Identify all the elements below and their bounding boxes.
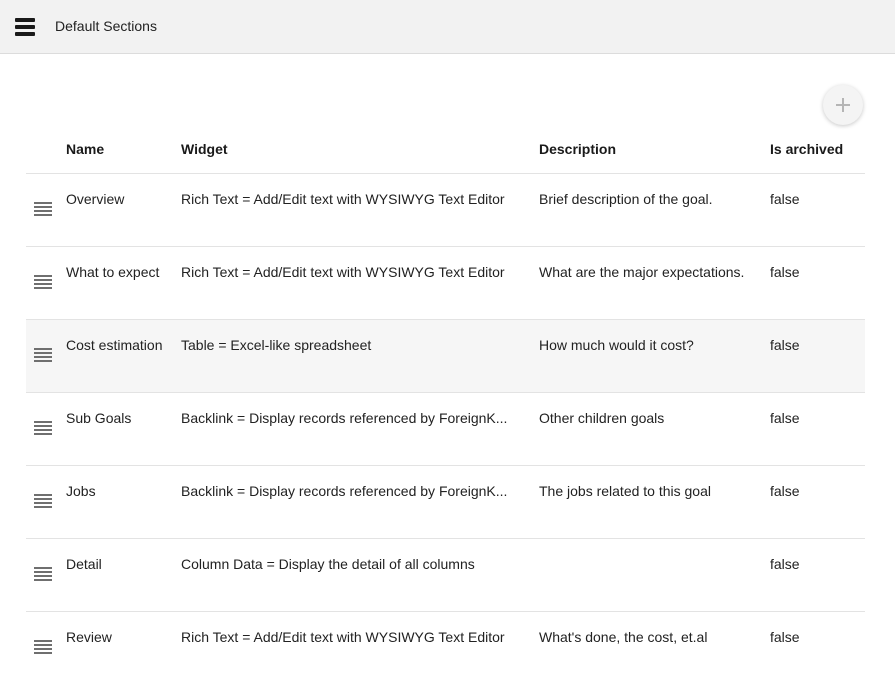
cell-name: Overview [66, 191, 125, 207]
table-row[interactable]: Overview Rich Text = Add/Edit text with … [26, 174, 865, 247]
cell-name: Review [66, 629, 112, 645]
drag-handle-icon[interactable] [34, 567, 52, 581]
cell-description: Other children goals [539, 410, 665, 426]
cell-is-archived: false [770, 191, 800, 207]
cell-description: What's done, the cost, et.al [539, 629, 708, 645]
table-header: Name Widget Description Is archived [26, 128, 865, 174]
drag-handle-icon[interactable] [34, 275, 52, 289]
cell-widget: Backlink = Display records referenced by… [181, 410, 508, 426]
cell-description: What are the major expectations. [539, 264, 745, 280]
top-bar: Default Sections [0, 0, 895, 54]
drag-handle-icon[interactable] [34, 640, 52, 654]
cell-widget: Rich Text = Add/Edit text with WYSIWYG T… [181, 191, 505, 207]
table-row[interactable]: Review Rich Text = Add/Edit text with WY… [26, 612, 865, 684]
cell-widget: Backlink = Display records referenced by… [181, 483, 508, 499]
cell-is-archived: false [770, 337, 800, 353]
table-row[interactable]: Cost estimation Table = Excel-like sprea… [26, 320, 865, 393]
cell-description: Brief description of the goal. [539, 191, 713, 207]
cell-is-archived: false [770, 483, 800, 499]
table-row[interactable]: Sub Goals Backlink = Display records ref… [26, 393, 865, 466]
column-header-description[interactable]: Description [539, 141, 616, 157]
cell-name: Sub Goals [66, 410, 132, 426]
cell-is-archived: false [770, 629, 800, 645]
table-row[interactable]: Jobs Backlink = Display records referenc… [26, 466, 865, 539]
cell-name: Detail [66, 556, 102, 572]
column-header-name[interactable]: Name [66, 141, 104, 157]
column-header-widget[interactable]: Widget [181, 141, 228, 157]
drag-handle-icon[interactable] [34, 494, 52, 508]
page-title: Default Sections [55, 18, 157, 34]
cell-widget: Table = Excel-like spreadsheet [181, 337, 372, 353]
cell-widget: Rich Text = Add/Edit text with WYSIWYG T… [181, 264, 505, 280]
cell-is-archived: false [770, 410, 800, 426]
cell-description: How much would it cost? [539, 337, 694, 353]
table-row[interactable]: What to expect Rich Text = Add/Edit text… [26, 247, 865, 320]
cell-name: What to expect [66, 264, 160, 280]
cell-is-archived: false [770, 264, 800, 280]
drag-handle-icon[interactable] [34, 348, 52, 362]
cell-description: The jobs related to this goal [539, 483, 711, 499]
menu-icon[interactable] [15, 18, 35, 36]
drag-handle-icon[interactable] [34, 202, 52, 216]
cell-is-archived: false [770, 556, 800, 572]
cell-name: Cost estimation [66, 337, 163, 353]
column-header-is-archived[interactable]: Is archived [770, 141, 843, 157]
drag-handle-icon[interactable] [34, 421, 52, 435]
add-section-button[interactable] [823, 85, 863, 125]
sections-table: Name Widget Description Is archived Over… [26, 128, 865, 684]
cell-widget: Rich Text = Add/Edit text with WYSIWYG T… [181, 629, 505, 645]
cell-name: Jobs [66, 483, 96, 499]
table-row[interactable]: Detail Column Data = Display the detail … [26, 539, 865, 612]
cell-widget: Column Data = Display the detail of all … [181, 556, 475, 572]
